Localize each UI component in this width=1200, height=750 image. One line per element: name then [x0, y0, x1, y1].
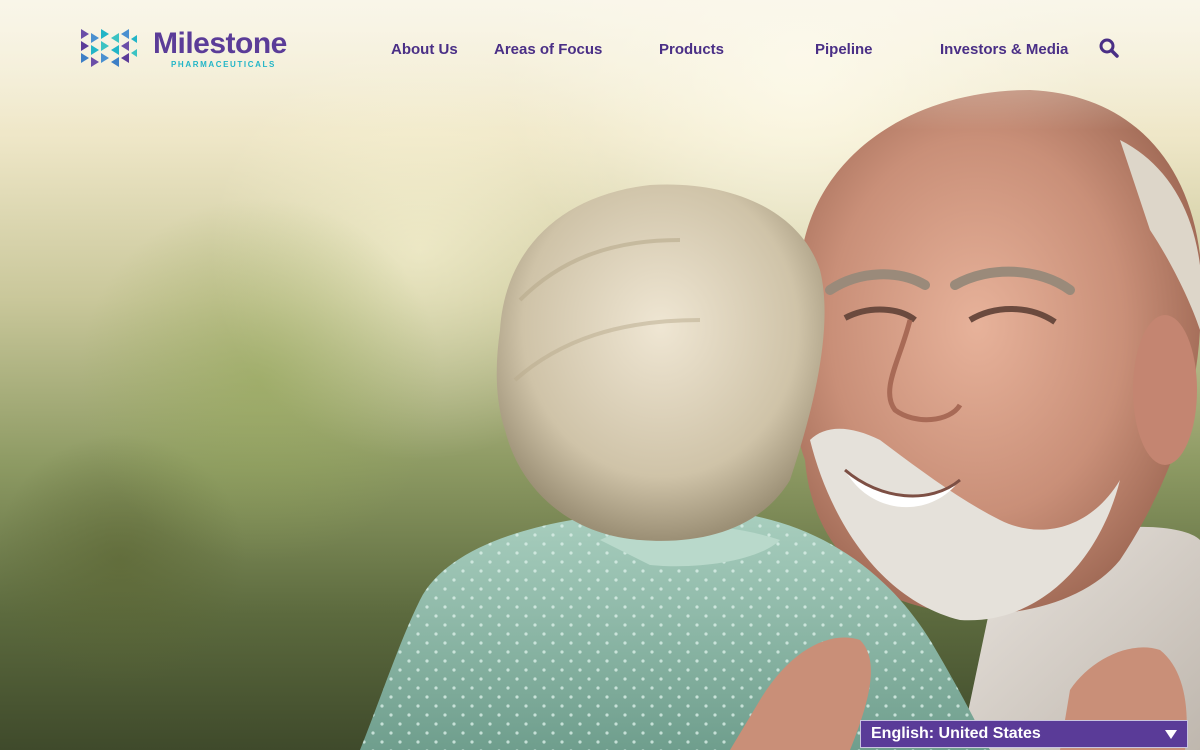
search-button[interactable] [1099, 38, 1119, 58]
nav-item-investors-media[interactable]: Investors & Media [940, 41, 1068, 58]
nav-item-areas-of-focus[interactable]: Areas of Focus [494, 41, 602, 58]
language-selector-value: English: United States [871, 725, 1041, 742]
nav-item-about-us[interactable]: About Us [391, 41, 458, 58]
nav-item-pipeline[interactable]: Pipeline [815, 41, 873, 58]
main-navigation: About Us Areas of Focus Products Pipelin… [0, 41, 1200, 61]
hero-banner: Milestone PHARMACEUTICALS About Us Areas… [0, 0, 1200, 750]
search-icon [1099, 38, 1119, 58]
nav-item-products[interactable]: Products [659, 41, 724, 58]
brand-tagline: PHARMACEUTICALS [171, 60, 276, 69]
caret-down-icon [1165, 729, 1177, 739]
language-selector[interactable]: English: United States [860, 720, 1188, 748]
